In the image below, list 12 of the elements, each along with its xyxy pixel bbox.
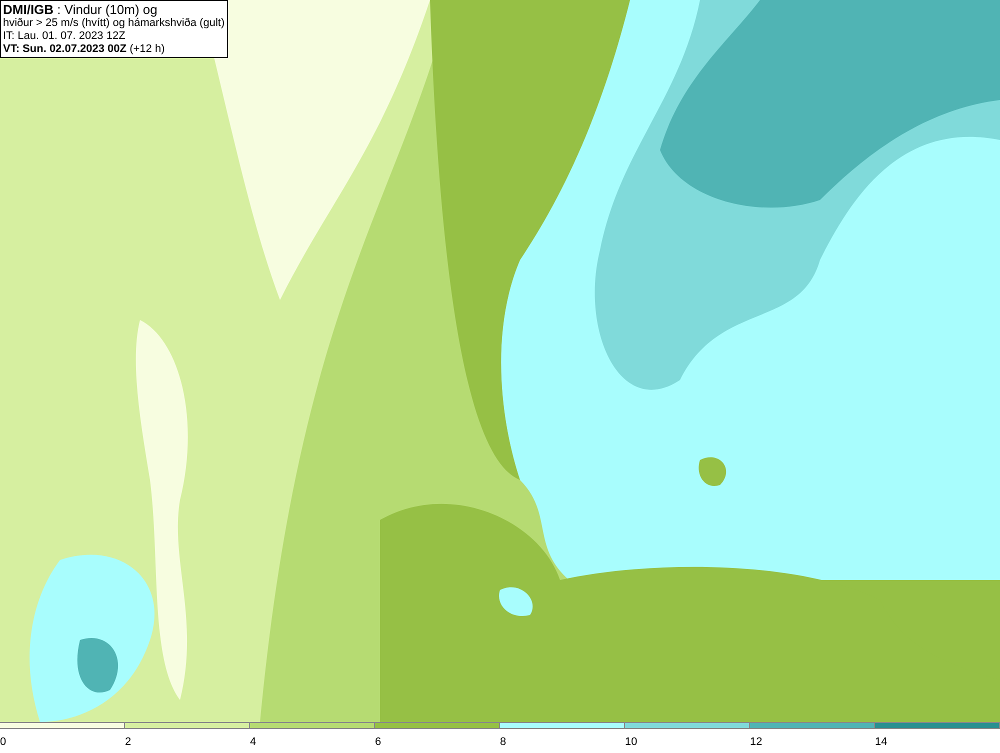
title-line: hviður > 25 m/s (hvítt) og hámarkshviða (gult) <box>3 17 225 30</box>
title-line: VT: Sun. 02.07.2023 00Z (+12 h) <box>3 43 166 56</box>
legend-tick-label: 0 <box>0 736 6 748</box>
legend-tick-label: 2 <box>125 736 132 748</box>
title-line: DMI/IGB : Vindur (10m) og <box>3 2 158 17</box>
legend-tick-label: 8 <box>500 736 506 748</box>
legend-tick-label: 4 <box>250 736 256 748</box>
legend-tick-label: 14 <box>875 736 888 748</box>
legend-tick-label: 10 <box>625 736 638 748</box>
title-line: IT: Lau. 01. 07. 2023 12Z <box>3 30 126 43</box>
legend-tick-label: 6 <box>375 736 382 748</box>
legend-tick-label: 12 <box>750 736 762 748</box>
